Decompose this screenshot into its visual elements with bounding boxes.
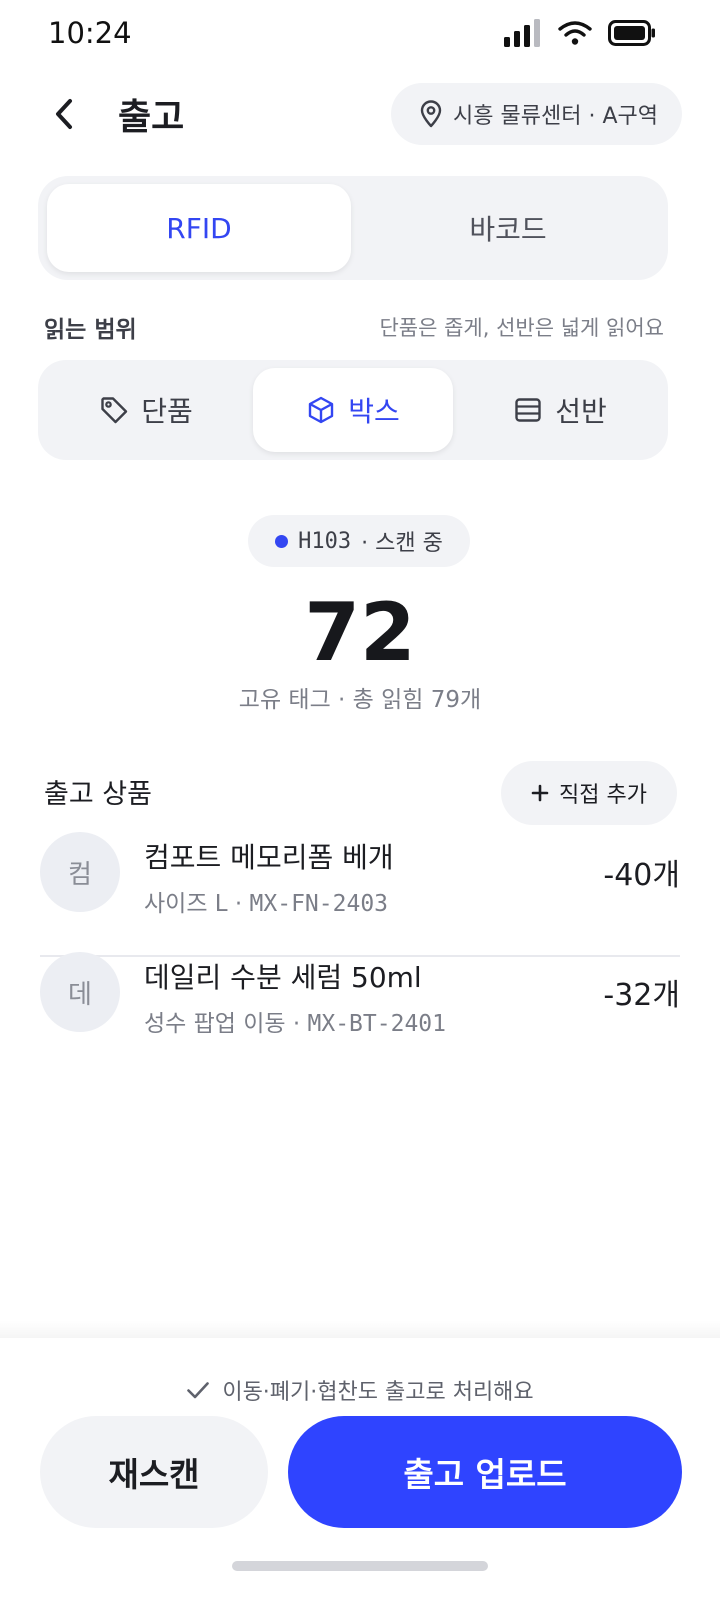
status-icons: [504, 19, 656, 47]
mode-segmented-control: RFID 바코드: [38, 176, 668, 280]
product-name: 데일리 수분 세럼 50ml: [144, 961, 422, 994]
scan-location-code: H103: [298, 528, 352, 554]
range-option-label: 선반: [555, 395, 607, 428]
battery-icon: [608, 20, 655, 46]
outbound-notice: 이동·폐기·협찬도 출고로 처리해요: [0, 1374, 720, 1406]
plus-icon: [531, 784, 549, 802]
range-option-label: 박스: [348, 395, 400, 428]
product-quantity: -40개: [603, 858, 680, 893]
upload-outbound-button[interactable]: 출고 업로드: [288, 1416, 682, 1528]
tag-icon: [101, 397, 128, 424]
wifi-icon: [558, 21, 592, 45]
location-pin-icon: [420, 100, 442, 128]
tab-barcode[interactable]: 바코드: [356, 184, 660, 272]
range-option-box[interactable]: 박스: [253, 368, 453, 452]
box-icon: [309, 396, 334, 424]
read-range-label: 읽는 범위: [44, 317, 137, 343]
tag-count-subtitle: 고유 태그 · 총 읽힘 79개: [238, 687, 482, 713]
scan-status-badge: H103 · 스캔 중: [248, 515, 470, 567]
shelf-icon: [515, 398, 541, 422]
scanning-indicator-dot: [275, 534, 289, 548]
rescan-button[interactable]: 재스캔: [40, 1416, 268, 1528]
product-sku: MX-BT-2401: [307, 1011, 446, 1037]
product-quantity: -32개: [603, 978, 680, 1013]
home-indicator: [232, 1561, 488, 1571]
scan-status-text: · 스캔 중: [361, 531, 443, 556]
list-item[interactable]: 컴 컴포트 메모리폼 베개 사이즈 L · MX-FN-2403 -40개: [40, 812, 680, 932]
chevron-left-icon: [56, 99, 72, 129]
read-range-hint: 단품은 좁게, 선반은 넓게 읽어요: [379, 316, 664, 340]
product-option: 사이즈 L ·: [144, 891, 250, 917]
cellular-signal-icon: [504, 19, 540, 47]
location-selector[interactable]: 시흥 물류센터 · A구역: [391, 83, 682, 145]
product-avatar: 데: [40, 952, 120, 1032]
read-range-control: 단품 박스 선반: [38, 360, 668, 460]
range-option-item[interactable]: 단품: [46, 368, 246, 452]
outbound-products-title: 출고 상품: [44, 779, 152, 810]
bottom-panel-shadow: [0, 1320, 720, 1338]
back-button[interactable]: [40, 88, 88, 140]
range-option-shelf[interactable]: 선반: [460, 368, 660, 452]
product-option: 성수 팝업 이동 ·: [144, 1011, 308, 1037]
status-time: 10:24: [48, 16, 132, 50]
range-option-label: 단품: [141, 395, 193, 428]
product-meta: 사이즈 L · MX-FN-2403: [144, 884, 388, 918]
page-title: 출고: [118, 97, 185, 138]
manual-add-label: 직접 추가: [559, 783, 647, 808]
product-avatar: 컴: [40, 832, 120, 912]
outbound-notice-text: 이동·폐기·협찬도 출고로 처리해요: [222, 1380, 534, 1405]
product-name: 컴포트 메모리폼 베개: [144, 841, 394, 874]
check-icon: [187, 1382, 210, 1399]
unique-tag-count: 72: [304, 586, 416, 679]
product-sku: MX-FN-2403: [249, 891, 389, 917]
location-label: 시흥 물류센터 · A구역: [453, 104, 658, 129]
tab-rfid[interactable]: RFID: [47, 184, 351, 272]
product-meta: 성수 팝업 이동 · MX-BT-2401: [144, 1004, 446, 1038]
list-item[interactable]: 데 데일리 수분 세럼 50ml 성수 팝업 이동 · MX-BT-2401 -…: [40, 932, 680, 1052]
